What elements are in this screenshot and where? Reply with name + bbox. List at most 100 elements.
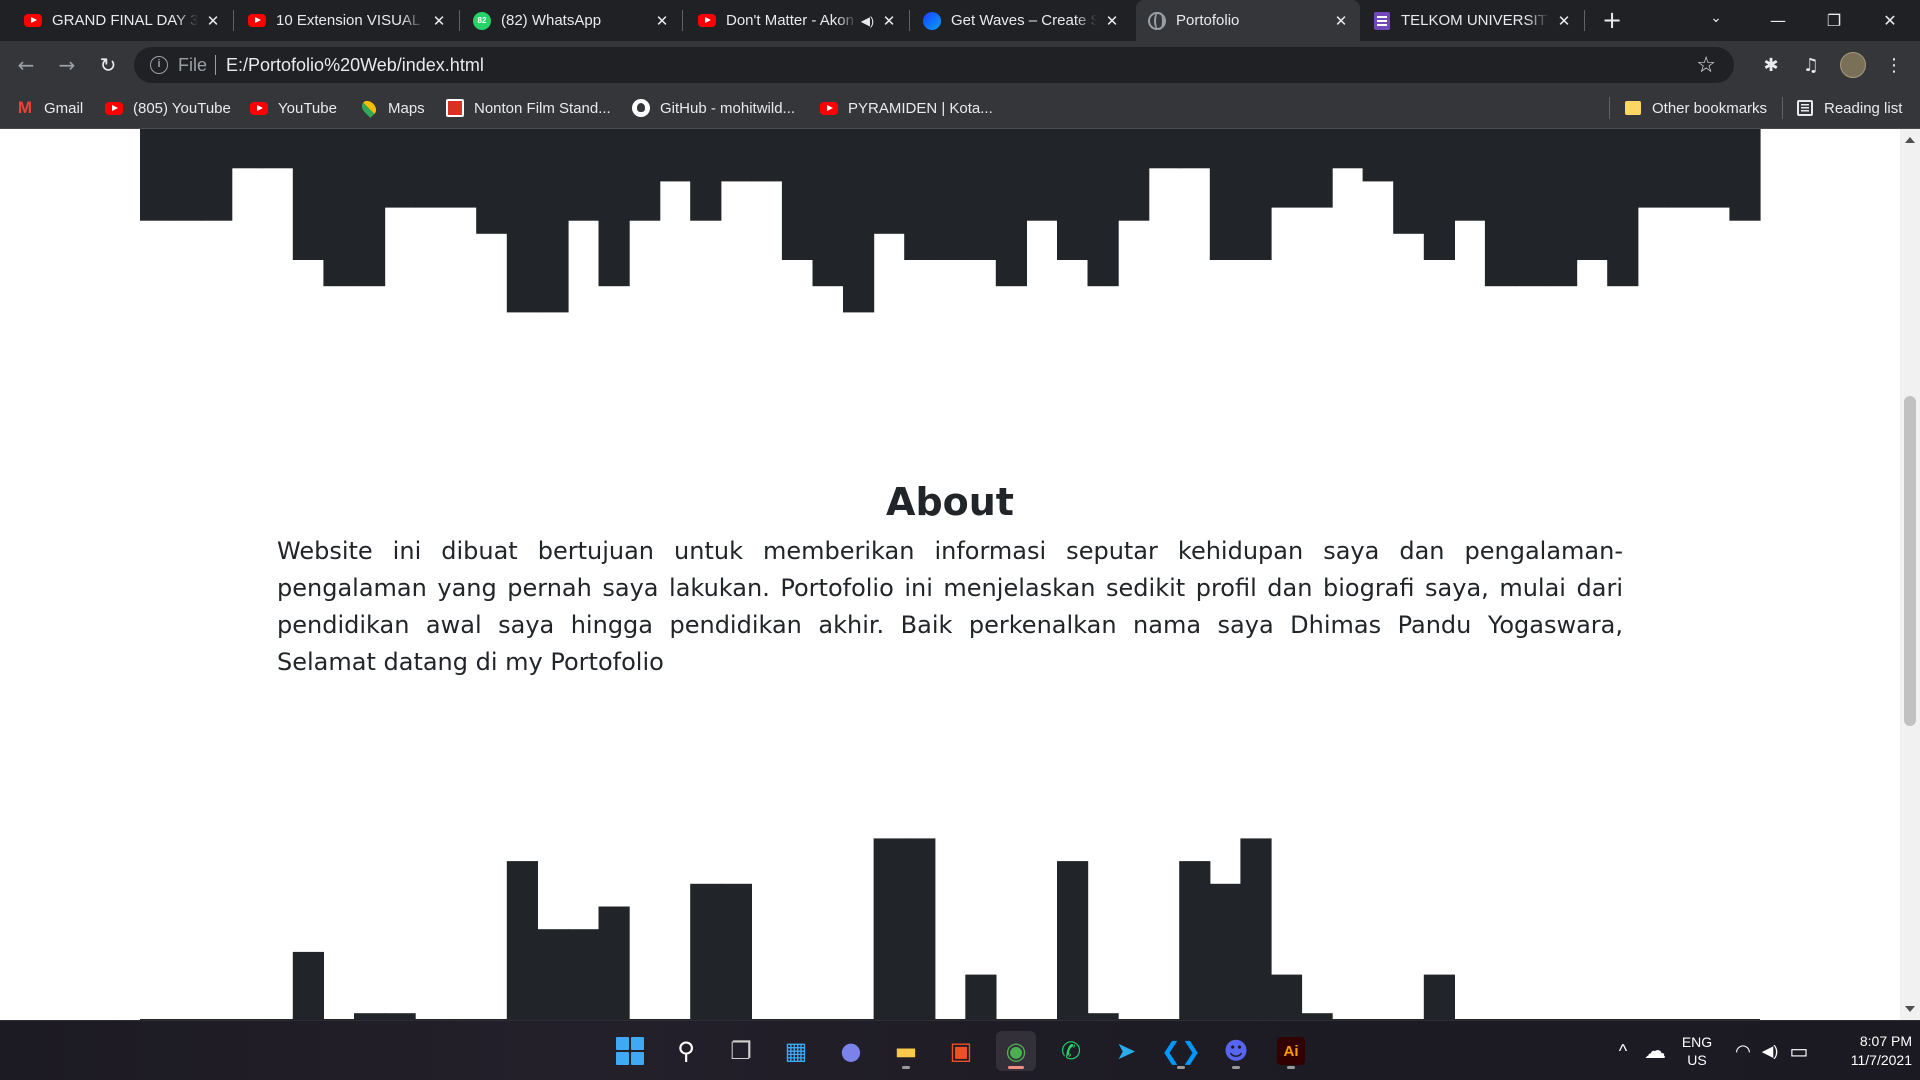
tab-close-icon[interactable]: ✕ <box>653 12 671 30</box>
extensions-icon[interactable]: ✱ <box>1757 51 1785 79</box>
wave-block <box>598 906 630 1020</box>
bookmark-item[interactable]: M Gmail <box>16 89 83 127</box>
wave-block <box>1026 129 1058 221</box>
restore-button[interactable]: ❐ <box>1806 0 1862 41</box>
menu-kebab-icon[interactable]: ⋮ <box>1880 51 1908 79</box>
illustrator-icon: Ai <box>1277 1037 1305 1065</box>
wave-block <box>231 129 263 169</box>
language-code: ENG <box>1681 1034 1713 1050</box>
browser-tab[interactable]: Don't Matter - Akon ◀) ✕ <box>686 0 908 41</box>
wave-block <box>965 129 997 260</box>
battery-icon[interactable]: ▭ <box>1786 1021 1812 1080</box>
wave-block <box>506 861 538 1020</box>
tab-title: GRAND FINAL DAY 3 | MPL ID S8 <box>52 12 198 29</box>
browser-tab[interactable]: 82 (82) WhatsApp ✕ <box>461 0 681 41</box>
reading-list-button[interactable]: Reading list <box>1796 89 1902 127</box>
wave-block <box>629 129 661 221</box>
back-button[interactable]: ← <box>10 49 42 81</box>
store-button[interactable]: ▣ <box>941 1031 981 1071</box>
bookmark-item[interactable]: YouTube <box>250 89 337 127</box>
wave-block <box>1087 129 1119 287</box>
wifi-icon[interactable]: ◠ <box>1730 1021 1756 1080</box>
browser-tab[interactable]: Get Waves – Create SVG waves ✕ <box>911 0 1131 41</box>
site-info-icon[interactable]: i <box>150 56 168 74</box>
tray-overflow-chevron-icon[interactable]: ^ <box>1610 1021 1636 1080</box>
browser-tab[interactable]: 10 Extension VISUAL STUDIO CODE ✕ <box>236 0 458 41</box>
tab-close-icon[interactable]: ✕ <box>1555 12 1573 30</box>
bookmark-label: Maps <box>388 99 425 117</box>
onedrive-cloud-icon[interactable]: ☁ <box>1640 1021 1670 1080</box>
forms-icon <box>1373 11 1391 30</box>
teams-chat-button[interactable]: ● <box>831 1031 871 1071</box>
forward-button[interactable]: → <box>51 49 83 81</box>
tab-search-button[interactable]: ⌄ <box>1706 10 1726 30</box>
wave-block <box>1209 883 1241 1020</box>
scrollbar-thumb[interactable] <box>1904 396 1916 726</box>
tab-close-icon[interactable]: ✕ <box>1103 12 1121 30</box>
browser-tab[interactable]: Portofolio ✕ <box>1136 0 1360 41</box>
file-explorer-button[interactable]: ▬ <box>886 1031 926 1071</box>
discord-button[interactable]: ☻ <box>1216 1031 1256 1071</box>
new-tab-button[interactable]: + <box>1598 6 1626 34</box>
minimize-button[interactable]: — <box>1750 0 1806 41</box>
wave-block <box>445 129 477 208</box>
wave-block <box>812 129 844 287</box>
volume-icon[interactable]: ◀) <box>1756 1021 1784 1080</box>
reload-button[interactable]: ↻ <box>92 49 124 81</box>
wave-block <box>1454 129 1486 221</box>
illustrator-button[interactable]: Ai <box>1271 1031 1311 1071</box>
chrome-button[interactable]: ◉ <box>996 1031 1036 1071</box>
tab-close-icon[interactable]: ✕ <box>430 12 448 30</box>
clock[interactable]: 8:07 PM 11/7/2021 <box>1822 1021 1912 1080</box>
widgets-button[interactable]: ▦ <box>776 1031 816 1071</box>
tab-close-icon[interactable]: ✕ <box>880 12 898 30</box>
telegram-button[interactable]: ➤ <box>1106 1031 1146 1071</box>
bookmark-item[interactable]: PYRAMIDEN | Kota... <box>820 89 993 127</box>
tab-audio-icon[interactable]: ◀) <box>861 14 874 28</box>
tab-close-icon[interactable]: ✕ <box>1332 12 1350 30</box>
wave-block <box>751 129 783 182</box>
wave-block <box>292 951 324 1020</box>
other-bookmarks-button[interactable]: Other bookmarks <box>1624 89 1767 127</box>
media-control-icon[interactable]: ♫ <box>1797 51 1825 79</box>
url-text[interactable]: E:/Portofolio%20Web/index.html <box>226 55 484 76</box>
address-bar[interactable]: i File E:/Portofolio%20Web/index.html ☆ <box>134 47 1734 83</box>
bookmark-item[interactable]: Nonton Film Stand... <box>446 89 611 127</box>
search-button[interactable]: ⚲ <box>666 1031 706 1071</box>
running-indicator <box>902 1066 910 1069</box>
globe-icon <box>1148 11 1166 30</box>
scroll-down-arrow[interactable] <box>1905 1006 1915 1012</box>
wave-block <box>1301 1013 1333 1020</box>
browser-tab[interactable]: TELKOM UNIVERSITY ✕ <box>1361 0 1583 41</box>
bookmarks-divider <box>1609 97 1610 119</box>
browser-tab[interactable]: GRAND FINAL DAY 3 | MPL ID S8 ✕ <box>12 0 232 41</box>
bookmark-item[interactable]: GitHub - mohitwild... <box>632 89 795 127</box>
top-wave-shape <box>140 129 1761 313</box>
wave-block <box>1209 129 1241 260</box>
wave-block <box>843 129 875 313</box>
folder-icon <box>1624 99 1642 117</box>
vscode-button[interactable]: ❮❯ <box>1161 1031 1201 1071</box>
window-close-button[interactable]: ✕ <box>1862 0 1918 41</box>
url-divider <box>215 55 217 75</box>
wave-block <box>415 129 447 208</box>
bookmark-item[interactable]: (805) YouTube <box>105 89 231 127</box>
wave-block <box>720 883 752 1020</box>
start-button[interactable] <box>610 1031 650 1071</box>
page-scrollbar[interactable] <box>1900 129 1920 1020</box>
windows-taskbar: ⚲ ❐ ▦ ● ▬ ▣ ◉ ✆ ➤ ❮❯ ☻ Ai ^ ☁ ENG US ◠ ◀) ▭ 8:07 PM… <box>0 1020 1920 1080</box>
bookmark-item[interactable]: Maps <box>359 89 425 127</box>
bookmark-star-icon[interactable]: ☆ <box>1696 52 1716 78</box>
tab-close-icon[interactable]: ✕ <box>204 12 222 30</box>
task-view-button[interactable]: ❐ <box>721 1031 761 1071</box>
bookmark-label: (805) YouTube <box>133 99 231 117</box>
language-indicator[interactable]: ENG US <box>1676 1021 1718 1080</box>
wave-block <box>506 129 538 313</box>
tab-title: Get Waves – Create SVG waves <box>951 12 1097 29</box>
wave-block <box>1240 129 1272 260</box>
whatsapp-button[interactable]: ✆ <box>1051 1031 1091 1071</box>
profile-avatar[interactable] <box>1840 52 1866 78</box>
reload-icon: ↻ <box>99 53 117 77</box>
scroll-up-arrow[interactable] <box>1905 137 1915 143</box>
bookmark-label: PYRAMIDEN | Kota... <box>848 99 993 117</box>
